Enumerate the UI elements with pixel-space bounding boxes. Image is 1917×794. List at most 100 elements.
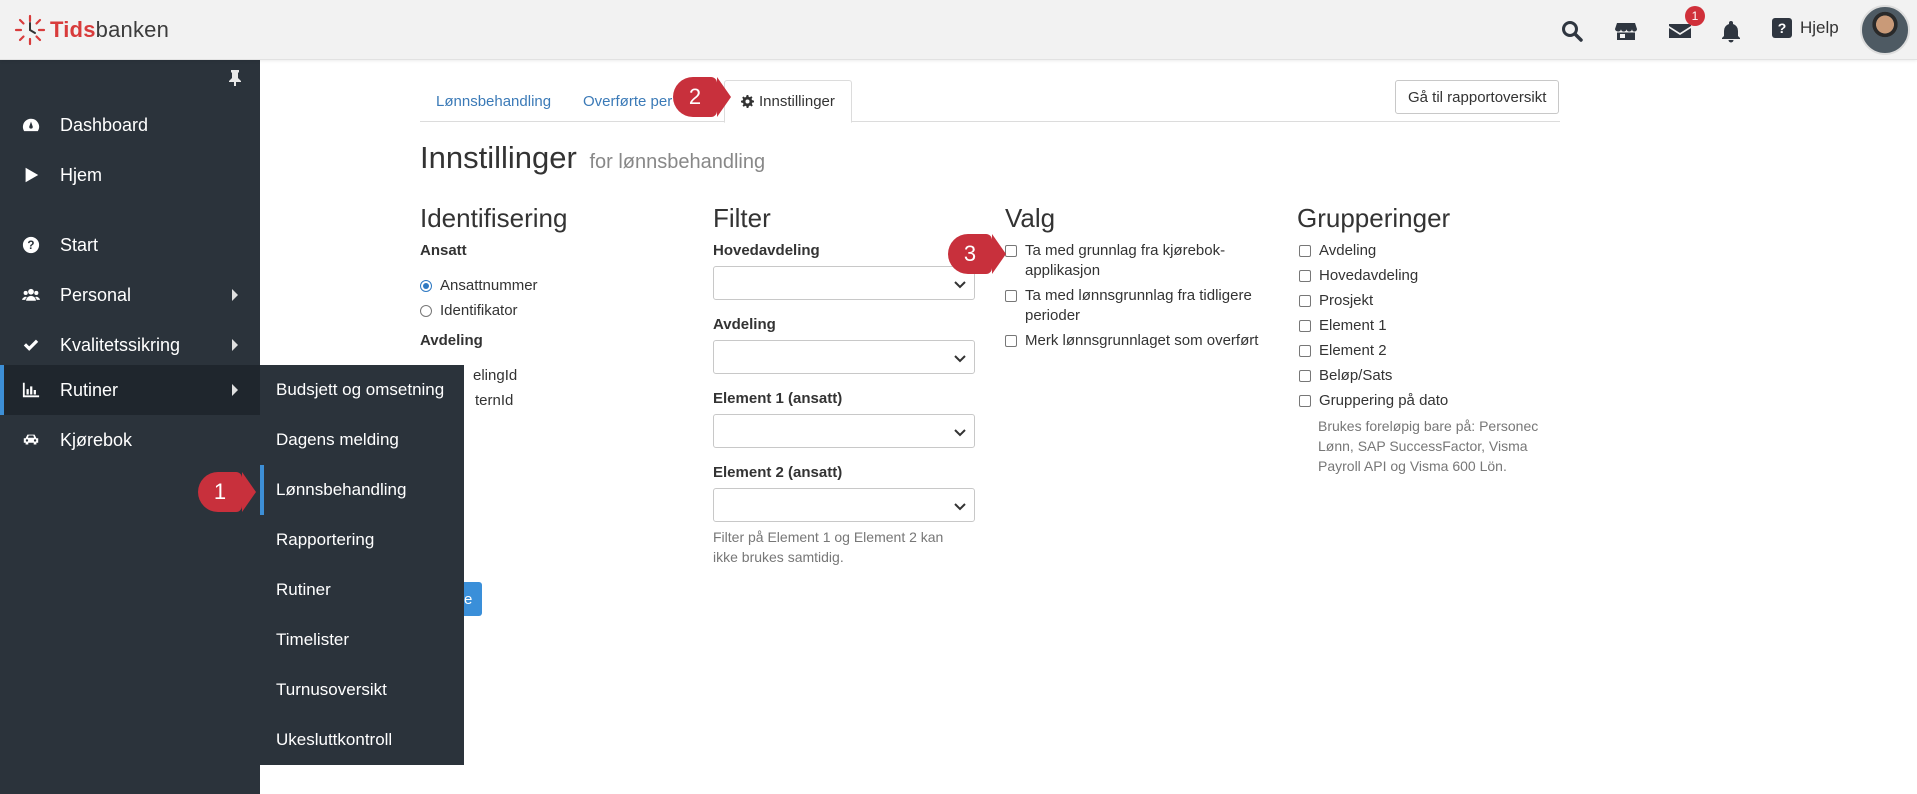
question-circle-icon: ?: [20, 234, 42, 256]
checkbox[interactable]: [1005, 245, 1017, 257]
grouping-element1[interactable]: Element 1: [1299, 316, 1387, 336]
grupperinger-heading: Grupperinger: [1297, 203, 1451, 233]
checkbox-label: Element 2: [1319, 342, 1387, 359]
caret-right-icon: [232, 289, 238, 301]
tab-overforte-perioder[interactable]: Overførte per: [567, 80, 688, 122]
callout-number: 1: [198, 472, 242, 512]
filter-heading: Filter: [713, 203, 771, 233]
chevron-down-icon: [954, 351, 966, 363]
valg-option-kjorebok[interactable]: Ta med grunnlag fra kjørebok-applikasjon: [1005, 241, 1225, 281]
callout-number: 3: [948, 234, 992, 274]
avdeling-select[interactable]: [713, 340, 975, 374]
radio-ansattnummer[interactable]: Ansattnummer: [420, 276, 538, 296]
element2-label: Element 2 (ansatt): [713, 464, 843, 481]
caret-right-icon: [232, 384, 238, 396]
hovedavdeling-select[interactable]: [713, 266, 975, 300]
avdeling-option-partial-2: ternId: [475, 392, 514, 409]
page-title: Innstillinger for lønnsbehandling: [420, 140, 765, 176]
checkbox[interactable]: [1299, 270, 1311, 282]
avdeling-filter-label: Avdeling: [713, 316, 776, 333]
help-link[interactable]: ? Hjelp: [1772, 18, 1839, 38]
avdeling-option-partial-1: elingId: [473, 367, 518, 384]
grouping-belop-sats[interactable]: Beløp/Sats: [1299, 366, 1392, 386]
store-icon[interactable]: [1613, 18, 1639, 44]
grouping-hovedavdeling[interactable]: Hovedavdeling: [1299, 266, 1418, 286]
pin-icon[interactable]: [228, 70, 244, 88]
sidebar-item-kjorebok[interactable]: Kjørebok: [0, 415, 260, 465]
submenu-item-timelister[interactable]: Timelister: [260, 615, 464, 665]
sidebar-item-kvalitetssikring[interactable]: Kvalitetssikring: [0, 320, 260, 370]
checkbox[interactable]: [1005, 335, 1017, 347]
sidebar-item-label: Personal: [60, 284, 132, 305]
tab-innstillinger[interactable]: Innstillinger: [724, 80, 852, 123]
grouping-dato[interactable]: Gruppering på dato: [1299, 391, 1448, 411]
check-icon: [20, 334, 42, 356]
checkbox[interactable]: [1299, 345, 1311, 357]
checkbox[interactable]: [1299, 245, 1311, 257]
submenu-item-lonnsbehandling[interactable]: Lønnsbehandling: [260, 465, 464, 515]
checkbox[interactable]: [1299, 370, 1311, 382]
dashboard-gauge-icon: [20, 114, 42, 136]
page-title-main: Innstillinger: [420, 140, 577, 175]
grouping-element2[interactable]: Element 2: [1299, 341, 1387, 361]
checkbox-label: Merk lønnsgrunnlaget som overført: [1025, 332, 1259, 349]
search-icon[interactable]: [1559, 18, 1585, 44]
logo-clock-icon: [14, 14, 46, 46]
checkbox-label: Ta med grunnlag fra kjørebok-applikasjon: [1025, 242, 1226, 279]
sidebar-item-rutiner[interactable]: Rutiner: [0, 365, 260, 415]
radio-label: Ansattnummer: [440, 277, 538, 294]
tidsbanken-logo[interactable]: Tidsbanken: [14, 14, 169, 46]
save-button[interactable]: e: [464, 582, 482, 616]
bell-icon[interactable]: [1718, 18, 1744, 44]
report-overview-button[interactable]: Gå til rapportoversikt: [1395, 80, 1560, 114]
submenu-item-turnusoversikt[interactable]: Turnusoversikt: [260, 665, 464, 715]
sidebar-item-personal[interactable]: Personal: [0, 270, 260, 320]
gear-icon: [741, 94, 755, 109]
sidebar-item-start[interactable]: ? Start: [0, 220, 260, 270]
valg-option-merk-overfort[interactable]: Merk lønnsgrunnlaget som overført: [1005, 331, 1258, 351]
element1-select[interactable]: [713, 414, 975, 448]
chevron-down-icon: [954, 499, 966, 511]
hovedavdeling-label: Hovedavdeling: [713, 242, 820, 259]
radio-button-checked[interactable]: [420, 280, 432, 292]
tab-lonnsbehandling[interactable]: Lønnsbehandling: [420, 80, 567, 122]
mail-badge: 1: [1685, 6, 1705, 26]
element2-select[interactable]: [713, 488, 975, 522]
grouping-avdeling[interactable]: Avdeling: [1299, 241, 1376, 261]
sidebar-item-dashboard[interactable]: Dashboard: [0, 100, 260, 150]
radio-button[interactable]: [420, 305, 432, 317]
checkbox[interactable]: [1299, 395, 1311, 407]
filter-help-text: Filter på Element 1 og Element 2 kan ikk…: [713, 529, 944, 565]
checkbox-label: Hovedavdeling: [1319, 267, 1419, 284]
sidebar-item-label: Hjem: [60, 164, 103, 185]
page-title-sub: for lønnsbehandling: [589, 151, 766, 173]
submenu-item-rutiner[interactable]: Rutiner: [260, 565, 464, 615]
users-icon: [20, 284, 42, 306]
car-icon: [20, 429, 42, 451]
sidebar: Dashboard Hjem ? Start Personal Kvalitet…: [0, 60, 260, 794]
checkbox[interactable]: [1005, 290, 1017, 302]
submenu-item-budsjett[interactable]: Budsjett og omsetning: [260, 365, 464, 415]
user-avatar[interactable]: [1860, 5, 1910, 55]
radio-identifikator[interactable]: Identifikator: [420, 301, 518, 321]
logo-text: Tidsbanken: [50, 17, 170, 42]
identifisering-heading: Identifisering: [420, 203, 568, 233]
checkbox[interactable]: [1299, 295, 1311, 307]
submenu-item-dagens-melding[interactable]: Dagens melding: [260, 415, 464, 465]
tab-label: Innstillinger: [759, 93, 835, 110]
callout-marker-3: 3: [948, 234, 1006, 274]
grouping-prosjekt[interactable]: Prosjekt: [1299, 291, 1373, 311]
checkbox[interactable]: [1299, 320, 1311, 332]
submenu-item-rapportering[interactable]: Rapportering: [260, 515, 464, 565]
checkbox-label: Avdeling: [1319, 242, 1377, 259]
caret-right-icon: [232, 339, 238, 351]
sidebar-item-label: Start: [60, 234, 99, 255]
rutiner-submenu: Budsjett og omsetning Dagens melding Løn…: [260, 365, 464, 765]
help-label: Hjelp: [1800, 18, 1839, 37]
radio-label: Identifikator: [440, 302, 518, 319]
chevron-down-icon: [954, 277, 966, 289]
submenu-item-ukesluttkontroll[interactable]: Ukesluttkontroll: [260, 715, 464, 765]
checkbox-label: Gruppering på dato: [1319, 392, 1449, 409]
sidebar-item-hjem[interactable]: Hjem: [0, 150, 260, 200]
valg-option-tidligere-perioder[interactable]: Ta med lønnsgrunnlag fra tidligere period…: [1005, 286, 1252, 326]
